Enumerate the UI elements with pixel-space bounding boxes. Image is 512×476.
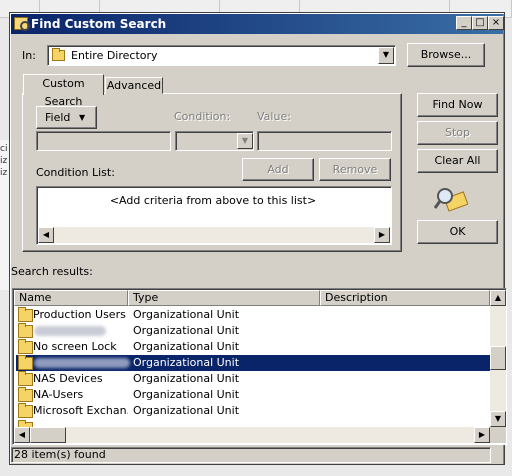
scroll-thumb[interactable] xyxy=(30,427,66,443)
results-horizontal-scrollbar[interactable]: ◀ ▶ xyxy=(14,427,490,443)
chevron-down-icon[interactable]: ▼ xyxy=(378,47,394,64)
row-type: Organizational Unit xyxy=(133,404,240,417)
scroll-down-icon[interactable]: ▼ xyxy=(490,411,506,427)
close-button[interactable]: × xyxy=(488,16,504,30)
table-row[interactable]: Production Users Organizational Unit xyxy=(16,307,490,323)
redacted-name xyxy=(34,358,130,368)
condition-dropdown[interactable]: ▼ xyxy=(175,131,254,151)
column-header-description[interactable]: Description xyxy=(320,290,490,306)
table-row[interactable]: No screen Lock Organizational Unit xyxy=(16,339,490,355)
ou-folder-icon xyxy=(18,339,33,354)
scroll-right-icon[interactable]: ▶ xyxy=(474,427,490,443)
horizontal-scrollbar[interactable]: ◀ ▶ xyxy=(38,227,390,243)
remove-button[interactable]: Remove xyxy=(319,158,391,181)
row-name: No screen Lock xyxy=(33,340,117,353)
row-type: Organizational Unit xyxy=(133,340,240,353)
table-row[interactable]: NAS Devices Organizational Unit xyxy=(16,371,490,387)
ou-folder-icon xyxy=(18,307,33,322)
field-display xyxy=(36,131,171,151)
in-label: In: xyxy=(22,49,36,62)
stop-button[interactable]: Stop xyxy=(417,121,498,145)
clear-all-button[interactable]: Clear All xyxy=(417,149,498,173)
search-app-icon xyxy=(14,17,30,31)
row-type: Organizational Unit xyxy=(133,372,240,385)
column-header-type[interactable]: Type xyxy=(128,290,320,306)
row-type: Organizational Unit xyxy=(133,324,240,337)
in-scope-value: Entire Directory xyxy=(71,49,158,62)
table-row[interactable]: Organizational Unit xyxy=(16,355,490,371)
in-scope-dropdown[interactable]: Entire Directory ▼ xyxy=(47,45,396,66)
tab-custom-search[interactable]: Custom Search xyxy=(23,74,104,108)
condition-label: Condition: xyxy=(174,110,231,123)
scroll-corner xyxy=(490,427,506,443)
table-row[interactable]: Microsoft Exchan... Organizational Unit xyxy=(16,403,490,419)
status-text: 28 item(s) found xyxy=(11,447,491,463)
condition-list-label: Condition List: xyxy=(36,166,115,179)
chevron-down-icon[interactable]: ▼ xyxy=(237,133,253,149)
row-name: NAS Devices xyxy=(33,372,103,385)
value-label: Value: xyxy=(257,110,291,123)
scroll-left-icon[interactable]: ◀ xyxy=(38,227,54,243)
directory-folder-icon xyxy=(52,48,65,61)
row-type: Organizational Unit xyxy=(133,356,240,369)
row-name: Microsoft Exchan... xyxy=(33,404,128,417)
ou-folder-icon xyxy=(18,355,33,370)
table-row[interactable]: Organizational Unit xyxy=(16,323,490,339)
search-magnifier-icon xyxy=(433,186,469,214)
tab-advanced[interactable]: Advanced xyxy=(105,77,163,94)
redacted-name xyxy=(34,326,106,336)
vertical-scrollbar[interactable]: ▲ ▼ xyxy=(490,290,506,427)
row-type: Organizational Unit xyxy=(133,388,240,401)
row-type: Organizational Unit xyxy=(133,308,240,321)
column-header-name[interactable]: Name xyxy=(14,290,128,306)
row-name: Production Users xyxy=(33,308,126,321)
add-button[interactable]: Add xyxy=(242,158,314,181)
scroll-left-icon[interactable]: ◀ xyxy=(14,427,30,443)
row-name: NA-Users xyxy=(33,388,84,401)
table-row[interactable]: NA-Users Organizational Unit xyxy=(16,387,490,403)
background-side-text: ci iz iz xyxy=(0,144,8,178)
ou-folder-icon xyxy=(18,387,33,402)
ou-folder-icon xyxy=(18,403,33,418)
ok-button[interactable]: OK xyxy=(417,220,498,244)
field-button-label: Field xyxy=(45,111,71,124)
ou-folder-icon xyxy=(18,323,33,338)
value-input[interactable] xyxy=(257,131,392,151)
search-results-label: Search results: xyxy=(11,265,93,278)
partial-row xyxy=(16,420,490,427)
scroll-thumb[interactable] xyxy=(490,346,506,370)
browse-button[interactable]: Browse... xyxy=(407,43,485,67)
ou-folder-icon xyxy=(18,371,33,386)
condition-list-placeholder: <Add criteria from above to this list> xyxy=(109,194,317,207)
window-title: Find Custom Search xyxy=(31,17,167,31)
condition-list[interactable]: <Add criteria from above to this list> ◀… xyxy=(36,186,392,245)
scroll-up-icon[interactable]: ▲ xyxy=(490,290,506,306)
maximize-button[interactable]: □ xyxy=(472,16,488,30)
minimize-button[interactable]: _ xyxy=(456,16,472,30)
find-now-button[interactable]: Find Now xyxy=(417,93,498,117)
scroll-right-icon[interactable]: ▶ xyxy=(374,227,390,243)
